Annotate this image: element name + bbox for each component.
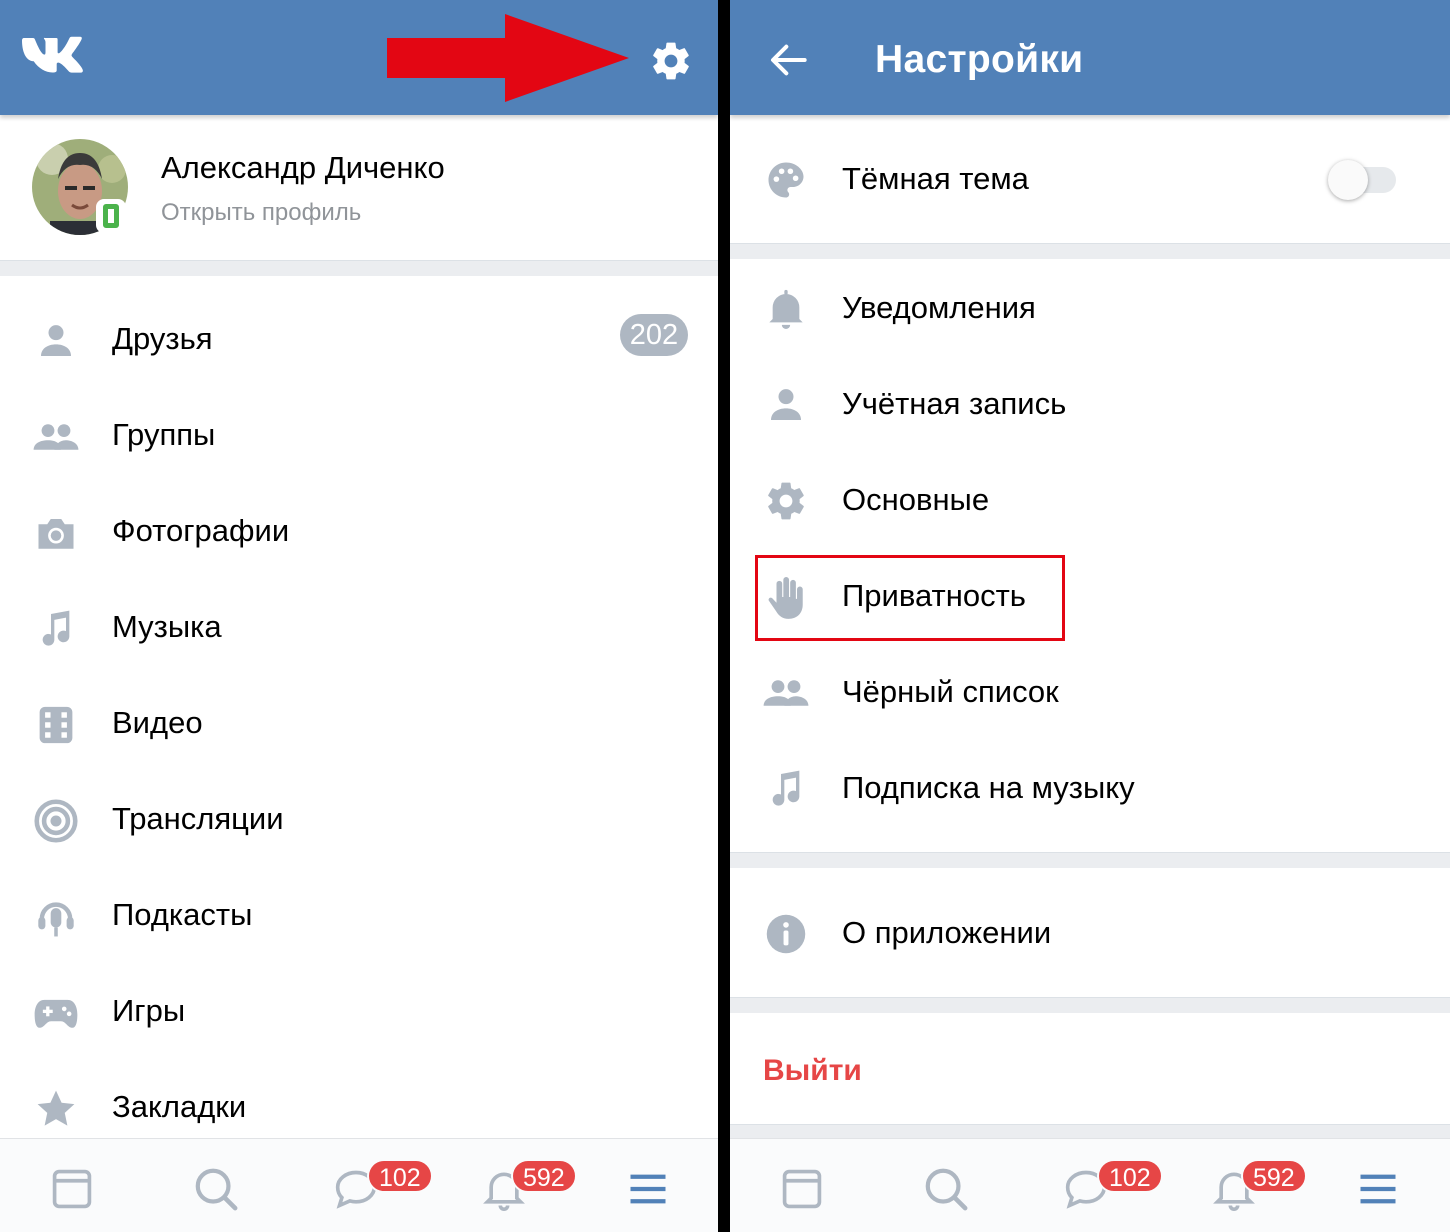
setting-label: Тёмная тема (842, 161, 1029, 196)
setting-dark-theme[interactable]: Тёмная тема (730, 132, 1450, 228)
profile-card[interactable] (0, 115, 718, 261)
setting-account[interactable]: Учётная запись (730, 357, 1450, 453)
menu-icon[interactable] (1348, 1161, 1408, 1217)
profile-name[interactable]: Александр Диченко (161, 150, 445, 186)
menu-item-video[interactable]: Видео (0, 677, 718, 773)
setting-music-subscription[interactable]: Подписка на музыку (730, 741, 1450, 837)
menu-label: Видео (112, 705, 203, 740)
news-icon[interactable] (42, 1161, 102, 1217)
left-app-bar (0, 0, 718, 115)
menu-item-photos[interactable]: Фотографии (0, 485, 718, 581)
menu-label: Группы (112, 417, 216, 452)
section-divider (0, 260, 718, 276)
menu-item-podcasts[interactable]: Подкасты (0, 869, 718, 965)
setting-label: Чёрный список (842, 674, 1059, 709)
logout-button[interactable]: Выйти (763, 1054, 862, 1088)
vk-logo-icon[interactable] (22, 36, 88, 81)
people-icon (32, 415, 80, 459)
page-title: Настройки (875, 38, 1084, 81)
setting-label: Уведомления (842, 290, 1036, 325)
bottom-nav: 102 592 (730, 1138, 1450, 1232)
gamepad-icon (32, 991, 80, 1035)
podcast-icon (32, 895, 80, 939)
online-mobile-icon (96, 199, 126, 233)
arrow-left-icon[interactable] (758, 30, 818, 90)
setting-privacy[interactable]: Приватность (730, 549, 1450, 645)
setting-general[interactable]: Основные (730, 453, 1450, 549)
music-note-icon (32, 607, 80, 651)
person-icon (762, 381, 810, 429)
notifications-badge: 592 (511, 1159, 577, 1193)
messages-badge: 102 (367, 1159, 433, 1193)
setting-label: Приватность (842, 578, 1026, 613)
menu-label: Друзья (112, 321, 213, 356)
dark-theme-toggle[interactable] (1328, 160, 1396, 200)
setting-label: Подписка на музыку (842, 770, 1135, 805)
panel-divider (718, 0, 730, 1232)
right-pane: Настройки Тёмная тема Уведомления Учётна… (730, 0, 1450, 1232)
info-icon (762, 910, 810, 958)
menu-label: Игры (112, 993, 186, 1028)
menu-icon[interactable] (618, 1161, 678, 1217)
left-pane: Александр Диченко Открыть профиль Друзья… (0, 0, 718, 1232)
menu-item-broadcasts[interactable]: Трансляции (0, 773, 718, 869)
broadcast-icon (32, 799, 80, 843)
setting-blacklist[interactable]: Чёрный список (730, 645, 1450, 741)
menu-item-friends[interactable]: Друзья 202 (0, 293, 718, 389)
notifications-badge: 592 (1241, 1159, 1307, 1193)
settings-app-bar: Настройки (730, 0, 1450, 115)
search-icon[interactable] (186, 1161, 246, 1217)
section-divider (730, 997, 1450, 1013)
search-icon[interactable] (916, 1161, 976, 1217)
hand-icon (762, 573, 810, 621)
menu-label: Фотографии (112, 513, 290, 548)
gear-icon[interactable] (640, 30, 702, 92)
menu-label: Музыка (112, 609, 222, 644)
news-icon[interactable] (772, 1161, 832, 1217)
setting-label: Учётная запись (842, 386, 1067, 421)
section-divider (730, 852, 1450, 868)
setting-about[interactable]: О приложении (730, 886, 1450, 982)
film-icon (32, 703, 80, 747)
people-icon (762, 669, 810, 717)
camera-icon (32, 511, 80, 555)
setting-label: Основные (842, 482, 990, 517)
menu-item-groups[interactable]: Группы (0, 389, 718, 485)
palette-icon (762, 156, 810, 204)
menu-label: Закладки (112, 1089, 247, 1124)
section-divider (730, 243, 1450, 259)
person-icon (32, 319, 80, 363)
menu-label: Подкасты (112, 897, 253, 932)
menu-label: Трансляции (112, 801, 284, 836)
star-icon (32, 1087, 80, 1131)
messages-badge: 102 (1097, 1159, 1163, 1193)
open-profile-link[interactable]: Открыть профиль (161, 199, 361, 227)
red-arrow-annotation (385, 14, 633, 107)
bottom-nav: 102 592 (0, 1138, 718, 1232)
friends-count-badge: 202 (620, 314, 688, 356)
menu-item-games[interactable]: Игры (0, 965, 718, 1061)
bell-icon (762, 285, 810, 333)
toggle-knob (1328, 160, 1368, 200)
menu-item-music[interactable]: Музыка (0, 581, 718, 677)
music-note-icon (762, 765, 810, 813)
gear-icon (762, 477, 810, 525)
setting-label: О приложении (842, 915, 1052, 950)
setting-notifications[interactable]: Уведомления (730, 261, 1450, 357)
